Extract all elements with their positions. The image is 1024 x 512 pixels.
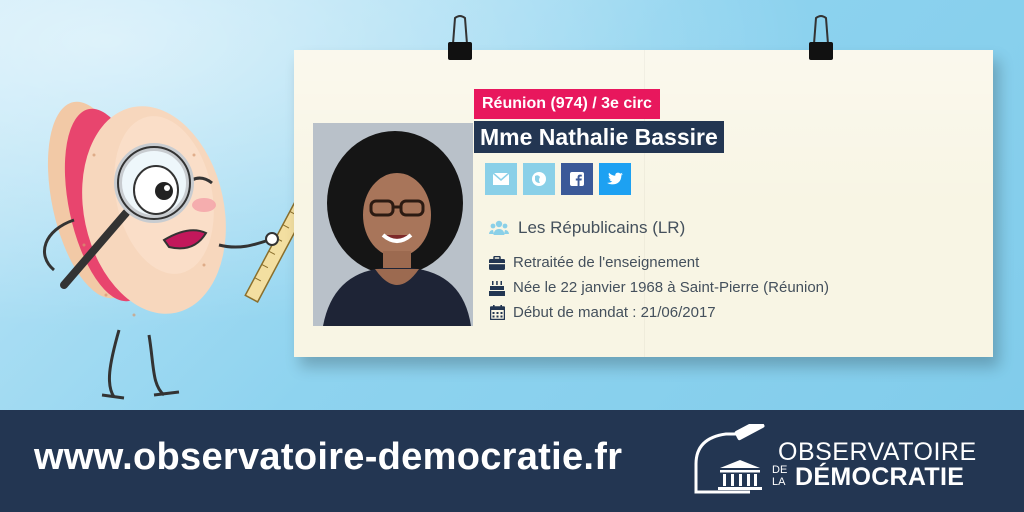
circonscription-label: Réunion (974) / 3e circ <box>474 89 660 119</box>
globe-icon <box>532 172 546 186</box>
binder-clip-icon <box>809 15 833 60</box>
profession-row: Retraitée de l'enseignement <box>488 254 699 271</box>
mandate-row: Début de mandat : 21/06/2017 <box>488 304 716 321</box>
party-row: Les Républicains (LR) <box>488 218 685 238</box>
logo-la: LA <box>772 476 786 488</box>
envelope-icon <box>493 173 509 185</box>
deputy-name: Mme Nathalie Bassire <box>474 121 724 153</box>
party-name: Les Républicains (LR) <box>518 218 686 237</box>
website-url-link[interactable]: www.observatoire-democratie.fr <box>34 436 622 479</box>
binder-clip-icon <box>448 15 472 60</box>
website-button[interactable] <box>523 163 555 195</box>
logo-de: DE <box>772 464 788 476</box>
birth-text: Née le 22 janvier 1968 à Saint-Pierre (R… <box>513 279 830 296</box>
facebook-button[interactable] <box>561 163 593 195</box>
mandate-text: Début de mandat : 21/06/2017 <box>513 304 716 321</box>
briefcase-icon <box>488 255 506 271</box>
birth-row: Née le 22 janvier 1968 à Saint-Pierre (R… <box>488 279 829 296</box>
deputy-portrait-photo <box>313 123 473 326</box>
birthday-cake-icon <box>488 280 506 296</box>
twitter-icon <box>607 172 623 185</box>
calendar-icon <box>488 305 506 321</box>
logo-title-line2: DÉMOCRATIE <box>795 463 965 491</box>
twitter-button[interactable] <box>599 163 631 195</box>
group-icon <box>488 220 510 236</box>
profession-text: Retraitée de l'enseignement <box>513 254 700 271</box>
facebook-icon <box>570 172 584 186</box>
email-button[interactable] <box>485 163 517 195</box>
